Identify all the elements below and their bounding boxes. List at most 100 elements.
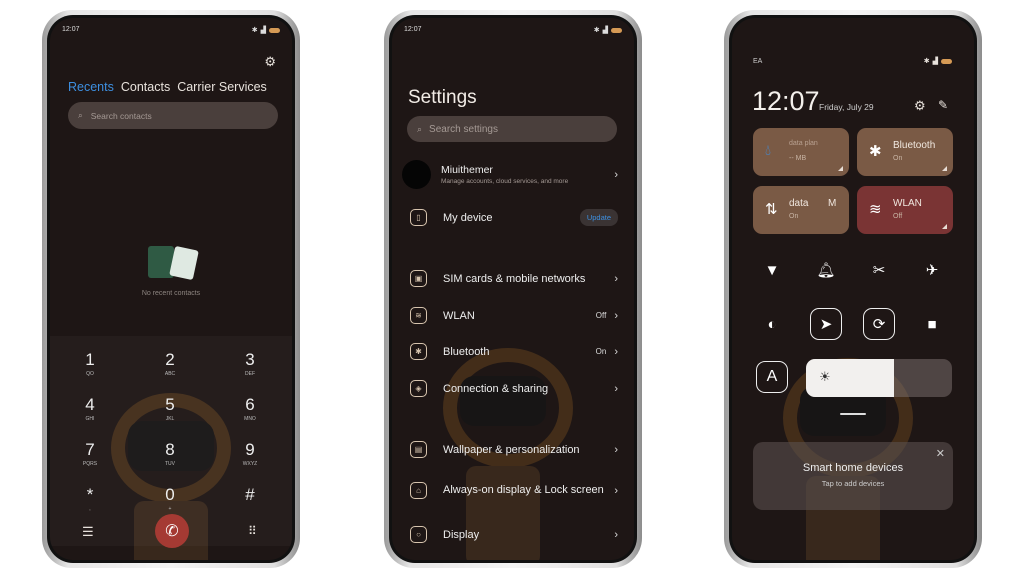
mobile-data-icon: ⇅: [765, 201, 778, 218]
screen-record-toggle[interactable]: ■: [916, 308, 948, 340]
sun-icon: ☀: [819, 369, 831, 384]
row-label: Always-on display & Lock screen: [443, 484, 604, 496]
flashlight-toggle[interactable]: ▼: [756, 254, 788, 286]
settings-item-wallpaper[interactable]: ▤ Wallpaper & personalization ›: [410, 441, 618, 458]
chevron-right-icon: ›: [614, 309, 618, 322]
tile-sub: -- MB: [789, 155, 807, 162]
search-placeholder: Search settings: [429, 123, 498, 135]
settings-item-wlan[interactable]: ≋ WLAN Off ›: [410, 307, 618, 324]
smart-home-subtitle: Tap to add devices: [821, 479, 885, 488]
phone-settings: 12:07 ✱ ▟ Settings ⌕ Search settings Miuith…: [384, 10, 642, 568]
chevron-right-icon: ›: [614, 345, 618, 358]
chevron-right-icon: ›: [614, 528, 618, 541]
settings-item-display[interactable]: ○ Display ›: [410, 526, 618, 543]
silent-toggle[interactable]: 🔔︎: [810, 254, 842, 286]
update-badge[interactable]: Update: [579, 209, 618, 226]
clock: 12:07: [752, 86, 820, 116]
tile-title: data: [789, 198, 809, 209]
key-4[interactable]: 4 GHI: [60, 395, 120, 422]
key-hash[interactable]: #: [220, 485, 280, 506]
key-star[interactable]: *,: [60, 485, 120, 512]
smart-home-card[interactable]: ✕ Smart home devices Tap to add devices: [753, 442, 953, 510]
dialpad-toggle-icon[interactable]: ⠿: [248, 524, 257, 538]
settings-screen: 12:07 ✱ ▟ Settings ⌕ Search settings Miuith…: [392, 18, 634, 560]
screenshot-toggle[interactable]: ✂: [863, 254, 895, 286]
settings-item-lock-screen[interactable]: ⌂ Always-on display & Lock screen ›: [410, 482, 618, 499]
airplane-toggle[interactable]: ✈: [916, 254, 948, 286]
row-label: WLAN: [443, 309, 475, 322]
key-7[interactable]: 7 PQRS: [60, 440, 120, 467]
water-drop-icon: 💧︎: [765, 142, 772, 159]
clock: 12:07: [404, 26, 422, 33]
key-3[interactable]: 3 DEF: [220, 350, 280, 377]
search-contacts-input[interactable]: ⌕ Search contacts: [68, 102, 278, 129]
key-0[interactable]: 0 +: [140, 485, 200, 512]
wallpaper-icon: ▤: [410, 441, 427, 458]
bell-icon: 🔔︎: [816, 262, 836, 279]
key-6[interactable]: 6 MNO: [220, 395, 280, 422]
search-placeholder: Search contacts: [90, 110, 152, 121]
tile-bluetooth[interactable]: ✱ Bluetooth On: [857, 128, 953, 176]
auto-brightness-toggle[interactable]: A: [756, 361, 788, 393]
brightness-slider[interactable]: ☀: [806, 359, 952, 397]
chevron-right-icon: ›: [614, 484, 618, 497]
settings-gear-icon[interactable]: ⚙: [914, 98, 926, 114]
key-8[interactable]: 8 TUV: [140, 440, 200, 467]
account-row[interactable]: Miuithemer Manage accounts, cloud service…: [402, 160, 618, 189]
tile-title-overflow: M: [828, 198, 837, 209]
display-icon: ○: [410, 526, 427, 543]
bluetooth-icon: ✱: [251, 27, 258, 34]
tab-contacts[interactable]: Contacts: [121, 80, 170, 94]
video-camera-icon: ■: [927, 315, 937, 333]
tab-carrier-services[interactable]: Carrier Services: [177, 80, 267, 94]
dark-mode-toggle[interactable]: ◐: [756, 308, 788, 340]
settings-item-connection[interactable]: ◈ Connection & sharing ›: [410, 380, 618, 397]
chevron-right-icon: ›: [614, 382, 618, 395]
account-name: Miuithemer: [441, 164, 493, 176]
chevron-right-icon: ›: [614, 272, 618, 285]
drag-handle[interactable]: [840, 413, 866, 415]
date-label: Friday, July 29: [819, 102, 874, 112]
chevron-right-icon: ›: [614, 443, 618, 456]
key-1[interactable]: 1 QO: [60, 350, 120, 377]
battery-icon: [611, 27, 622, 33]
tile-wlan[interactable]: ≋ WLAN Off: [857, 186, 953, 234]
bluetooth-icon: ✱: [593, 27, 600, 34]
empty-state-text: No recent contacts: [141, 290, 201, 297]
bluetooth-icon: ✱: [869, 143, 882, 160]
settings-item-sim[interactable]: ▣ SIM cards & mobile networks ›: [410, 270, 618, 287]
close-icon[interactable]: ✕: [936, 447, 945, 460]
settings-item-bluetooth[interactable]: ✱ Bluetooth On ›: [410, 343, 618, 360]
key-9[interactable]: 9 WXYZ: [220, 440, 280, 467]
tile-data-plan[interactable]: 💧︎ data plan -- MB: [753, 128, 849, 176]
clock: 12:07: [62, 26, 80, 33]
row-label: Bluetooth: [443, 345, 490, 358]
phone-icon: ✆: [165, 523, 179, 540]
sim-card-icon: ▣: [410, 270, 427, 287]
tile-mobile-data[interactable]: ⇅ data M On: [753, 186, 849, 234]
row-label: SIM cards & mobile networks: [443, 272, 586, 285]
my-device-row[interactable]: ▯ My device Update: [410, 209, 618, 226]
location-toggle[interactable]: ➤: [810, 308, 842, 340]
rotation-lock-icon: ⟳: [872, 316, 886, 333]
tab-recents[interactable]: Recents: [68, 80, 114, 94]
tile-title: Bluetooth: [893, 140, 936, 151]
expand-corner-icon: [942, 166, 947, 171]
row-label: Connection & sharing: [443, 382, 549, 395]
status-bar: 12:07 ✱ ▟: [404, 26, 622, 34]
tile-title: WLAN: [893, 198, 922, 209]
screenshot-icon: ✂: [872, 262, 886, 279]
menu-icon[interactable]: ☰: [82, 524, 94, 540]
avatar: [402, 160, 431, 189]
key-5[interactable]: 5 JKL: [140, 395, 200, 422]
edit-icon[interactable]: ✎: [938, 98, 948, 112]
rotation-lock-toggle[interactable]: ⟳: [863, 308, 895, 340]
status-icons: ✱ ▟: [924, 57, 952, 65]
dialer-screen: 12:07 ✱ ▟ ⚙ Recents Contacts Carrier Servi…: [50, 18, 292, 560]
row-label: Wallpaper & personalization: [443, 443, 580, 456]
settings-gear-icon[interactable]: ⚙: [264, 54, 276, 70]
phone-dialer: 12:07 ✱ ▟ ⚙ Recents Contacts Carrier Servi…: [42, 10, 300, 568]
search-settings-input[interactable]: ⌕ Search settings: [407, 116, 617, 142]
key-2[interactable]: 2 ABC: [140, 350, 200, 377]
call-button[interactable]: ✆: [155, 514, 189, 548]
